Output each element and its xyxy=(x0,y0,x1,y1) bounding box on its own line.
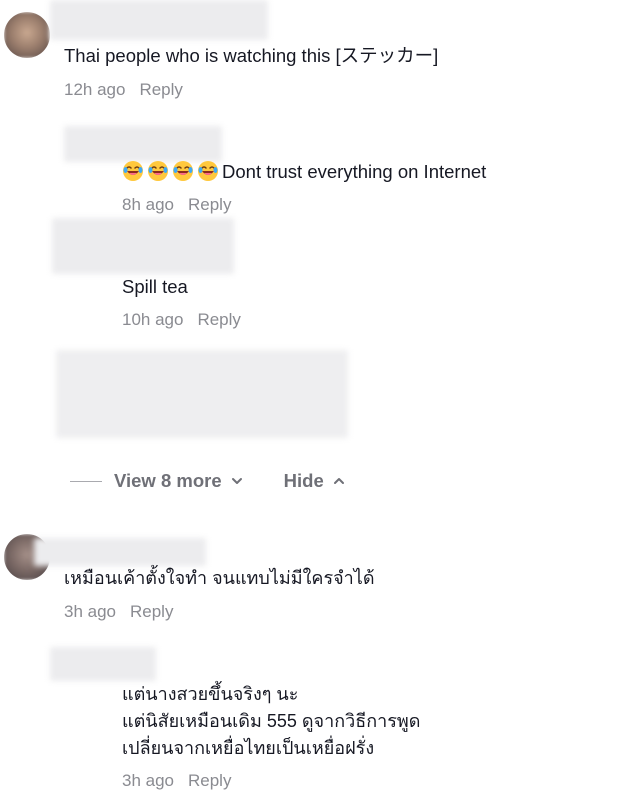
redacted-username xyxy=(50,647,156,681)
view-more-label: View 8 more xyxy=(114,470,222,491)
hide-label: Hide xyxy=(283,470,324,491)
comment-body: Dont trust everything on Internet xyxy=(222,161,487,182)
redacted-username xyxy=(34,538,206,566)
comment-text-line: แต่นางสวยขึ้นจริงๆ นะ xyxy=(122,684,299,704)
redacted-comment xyxy=(56,350,348,438)
hide-button[interactable]: Hide xyxy=(284,470,346,492)
reply-button[interactable]: Reply xyxy=(197,310,240,329)
comment-text-line: แต่นิสัยเหมือนเดิม 555 ดูจากวิธีการพูด xyxy=(122,711,421,731)
redacted-username xyxy=(50,0,268,40)
comment-text: Spill tea xyxy=(122,276,188,297)
thread-controls: View 8 more Hide xyxy=(70,468,346,494)
comment-time: 8h ago xyxy=(122,195,174,214)
emoji-group xyxy=(122,161,222,182)
comment-text: Thai people who is watching this [ステッカー] xyxy=(64,45,439,66)
reply-button[interactable]: Reply xyxy=(188,195,231,214)
reply-button[interactable]: Reply xyxy=(139,80,182,99)
laughing-crying-emoji-icon xyxy=(173,161,193,181)
comment-meta: 12h ago Reply xyxy=(64,79,183,101)
comment-text: Dont trust everything on Internet xyxy=(122,160,486,183)
laughing-crying-emoji-icon xyxy=(198,161,218,181)
chevron-down-icon xyxy=(231,478,242,484)
comment-meta: 10h ago Reply xyxy=(122,309,241,331)
chevron-up-icon xyxy=(333,478,344,484)
redacted-username xyxy=(64,126,222,162)
comment-time: 3h ago xyxy=(122,771,174,790)
avatar[interactable] xyxy=(4,12,50,58)
comment-time: 10h ago xyxy=(122,310,184,329)
comment-text-line: เปลี่ยนจากเหยื่อไทยเป็นเหยื่อฝรั่ง xyxy=(122,738,375,758)
view-more-button[interactable]: View 8 more xyxy=(114,470,244,492)
comment-time: 12h ago xyxy=(64,80,126,99)
reply-button[interactable]: Reply xyxy=(188,771,231,790)
comment-meta: 3h ago Reply xyxy=(122,770,231,792)
comment-meta: 8h ago Reply xyxy=(122,194,231,216)
comment-meta: 3h ago Reply xyxy=(64,601,173,623)
comment-text: เหมือนเค้าตั้งใจทำ จนแทบไม่มีใครจำได้ xyxy=(64,568,375,588)
laughing-crying-emoji-icon xyxy=(148,161,168,181)
redacted-username xyxy=(52,218,234,274)
comment-time: 3h ago xyxy=(64,602,116,621)
laughing-crying-emoji-icon xyxy=(123,161,143,181)
divider-line xyxy=(70,480,102,482)
reply-button[interactable]: Reply xyxy=(130,602,173,621)
